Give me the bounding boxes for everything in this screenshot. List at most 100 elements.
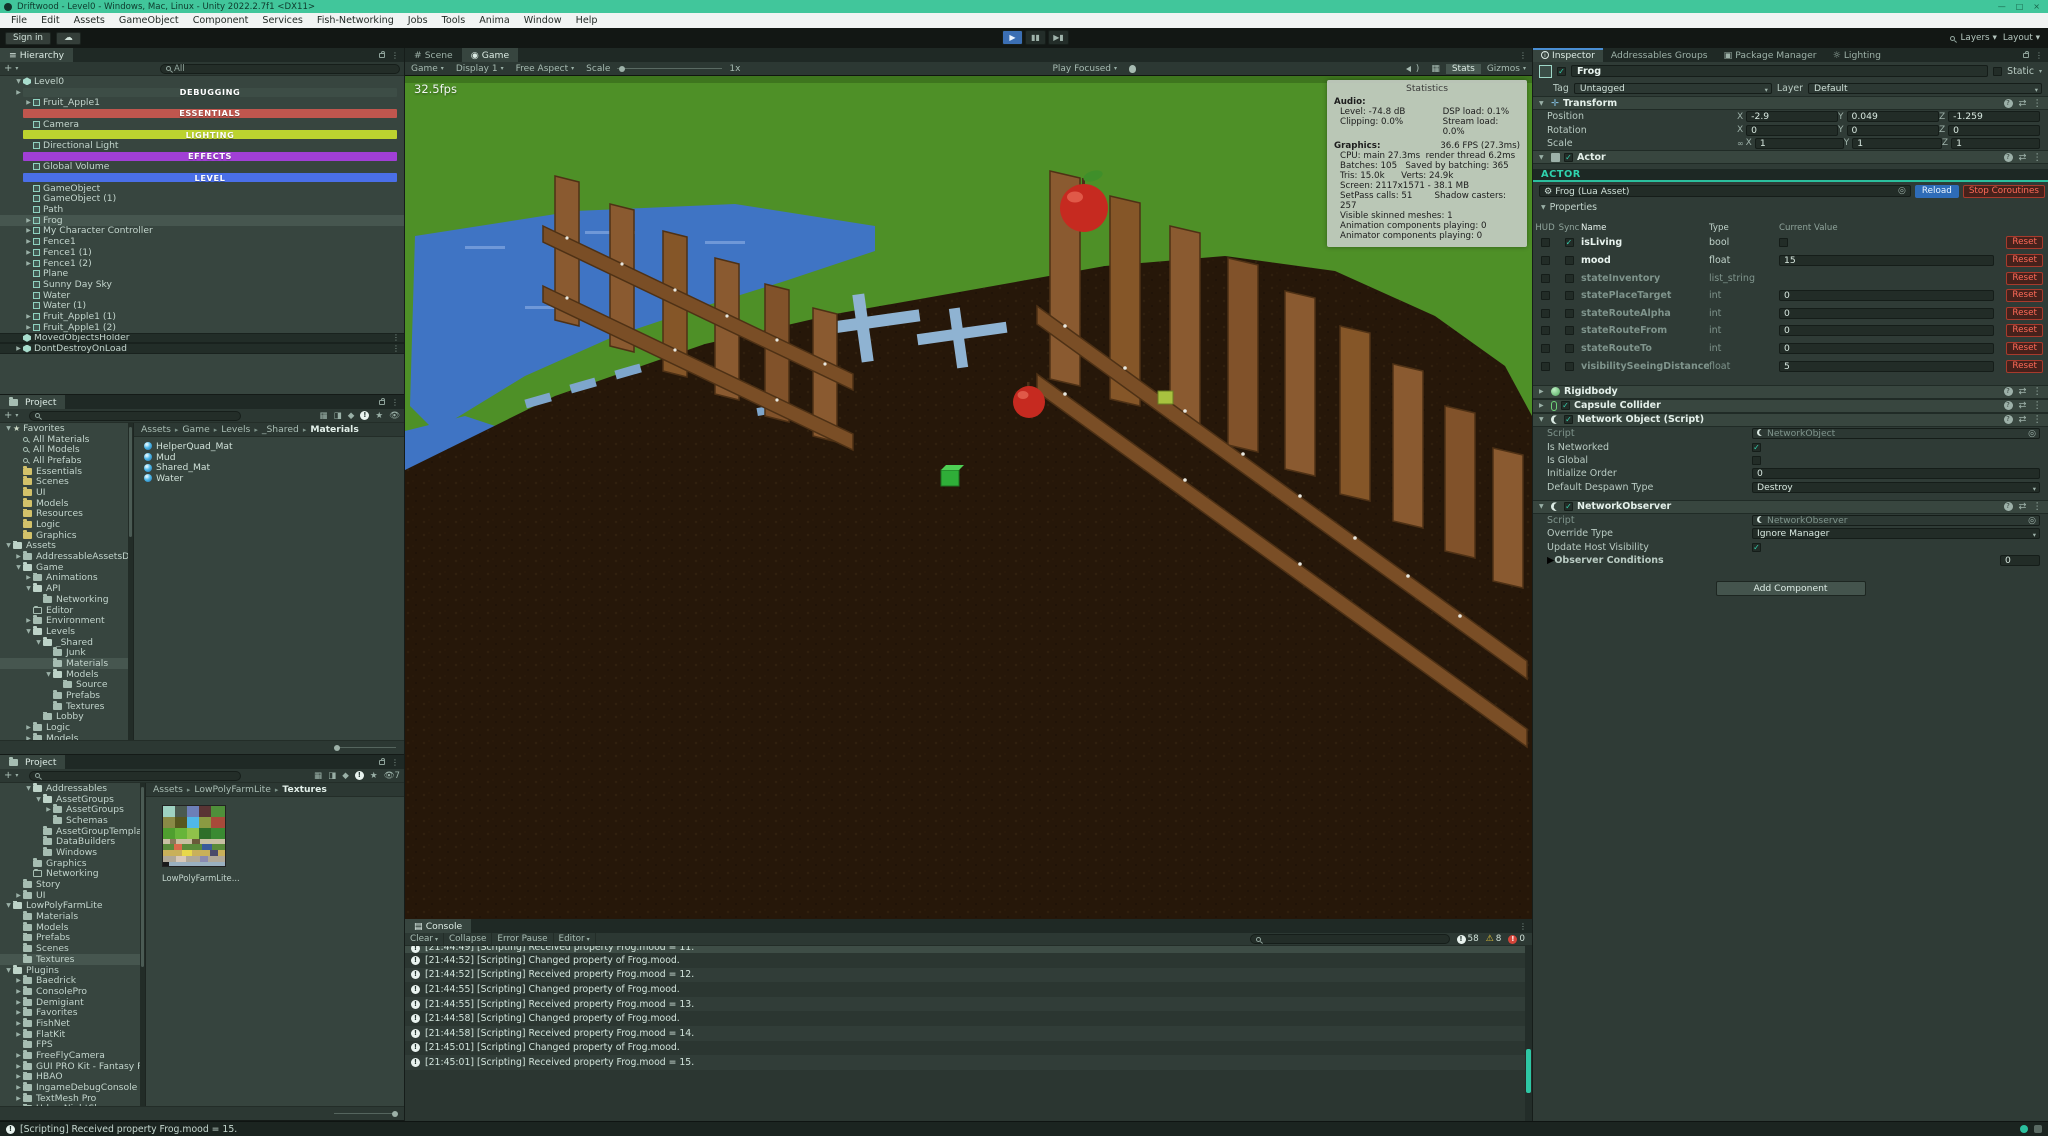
expand-arrow-icon[interactable]: ▶ (14, 89, 23, 96)
label-icon[interactable]: ◆ (342, 771, 349, 781)
tree-item-fps[interactable]: FPS (0, 1040, 140, 1051)
maximize-button[interactable]: □ (2016, 2, 2024, 11)
alert-icon[interactable]: ! (355, 771, 364, 780)
asset-store-icon[interactable]: ◨ (328, 771, 336, 781)
static-checkbox[interactable] (1993, 67, 2002, 76)
expand-arrow-icon[interactable]: ▼ (24, 628, 33, 635)
hierarchy-item-level0[interactable]: ▼Level0 (0, 76, 404, 87)
static-dropdown-icon[interactable]: ▾ (2039, 68, 2042, 75)
presets-icon[interactable]: ⇄ (2019, 98, 2027, 109)
project2-scrollbar[interactable] (140, 783, 145, 1106)
reset-button[interactable]: Reset (2006, 272, 2043, 285)
hierarchy-item-fence1-1-[interactable]: ▶Fence1 (1) (0, 247, 404, 258)
tree-item-freeflycamera[interactable]: ▶FreeFlyCamera (0, 1050, 140, 1061)
favorites-icon[interactable]: ★ (370, 771, 378, 781)
log-row[interactable]: ![21:44:49] [Scripting] Received propert… (405, 946, 1532, 953)
stats-button[interactable]: Stats (1446, 64, 1481, 74)
asset-store-icon[interactable]: ◨ (334, 411, 342, 421)
material-file-item[interactable]: HelperQuad_Mat (134, 441, 404, 452)
tab-project-1[interactable]: Project (0, 395, 65, 409)
hierarchy-item-movedobjectsholder[interactable]: MovedObjectsHolder⋮ (0, 333, 404, 344)
tab-package-manager[interactable]: ▣Package Manager (1716, 48, 1825, 62)
x-input[interactable]: -2.9 (1746, 111, 1838, 122)
tree-item-databuilders[interactable]: DataBuilders (0, 836, 140, 847)
value-checkbox[interactable] (1779, 238, 1788, 247)
status-icon-network[interactable] (2020, 1125, 2028, 1133)
hierarchy-divider-debugging[interactable]: ▶DEBUGGING (0, 87, 404, 98)
tab-hierarchy[interactable]: ≡ Hierarchy (0, 48, 73, 62)
value-input[interactable]: 15 (1779, 255, 1994, 266)
create-button[interactable]: + (4, 410, 12, 421)
hierarchy-item-gameobject-1-[interactable]: GameObject (1) (0, 194, 404, 205)
clear-button[interactable]: Clear ▾ (405, 933, 444, 945)
tree-item-models[interactable]: Models (0, 922, 140, 933)
expand-arrow-icon[interactable]: ▶ (24, 249, 33, 256)
expand-arrow-icon[interactable]: ▶ (14, 1020, 23, 1027)
tree-item-addressables[interactable]: ▼Addressables (0, 783, 140, 794)
sync-checkbox[interactable] (1565, 274, 1574, 283)
expand-arrow-icon[interactable]: ▼ (4, 425, 13, 432)
expand-arrow-icon[interactable]: ▶ (24, 99, 33, 106)
reset-button[interactable]: Reset (2006, 360, 2043, 373)
hierarchy-item-water-1-[interactable]: Water (1) (0, 300, 404, 311)
log-row[interactable]: ![21:44:52] [Scripting] Changed property… (405, 953, 1532, 968)
network-object-enabled-checkbox[interactable]: ✓ (1564, 415, 1573, 424)
tree-item-assetgroups[interactable]: ▼AssetGroups (0, 794, 140, 805)
help-icon[interactable]: ? (2004, 387, 2013, 396)
lock-icon[interactable] (379, 760, 385, 765)
project1-scrollbar[interactable] (128, 423, 133, 740)
tree-item-prefabs[interactable]: Prefabs (0, 690, 128, 701)
lua-asset-field[interactable]: ⚙ Frog (Lua Asset) ◎ (1539, 185, 1911, 197)
alert-icon[interactable]: ! (360, 411, 369, 420)
sign-in-button[interactable]: Sign in (5, 32, 51, 45)
stop-coroutines-button[interactable]: Stop Coroutines (1963, 185, 2045, 198)
x-input[interactable]: 1 (1755, 138, 1844, 149)
hierarchy-divider-lighting[interactable]: LIGHTING (0, 129, 404, 140)
menu-fish-networking[interactable]: Fish-Networking (310, 15, 401, 26)
expand-arrow-icon[interactable]: ▶ (24, 217, 33, 224)
add-component-button[interactable]: Add Component (1716, 581, 1866, 596)
menu-help[interactable]: Help (569, 15, 605, 26)
breadcrumb-item[interactable]: Materials (310, 424, 358, 435)
tag-dropdown[interactable]: Untagged (1574, 83, 1772, 94)
help-icon[interactable]: ? (2004, 415, 2013, 424)
eye-icon[interactable]: 👁 (389, 411, 400, 421)
breadcrumb-item[interactable]: Game (182, 424, 209, 435)
hierarchy-item-my-character-controller[interactable]: ▶My Character Controller (0, 226, 404, 237)
step-button[interactable]: ▶▮ (1048, 30, 1069, 45)
field-dropdown[interactable]: Ignore Manager (1752, 528, 2040, 539)
cloud-button[interactable]: ☁ (56, 32, 81, 45)
hud-checkbox[interactable] (1541, 326, 1550, 335)
tree-item-scenes[interactable]: Scenes (0, 943, 140, 954)
tree-item-addressableassetsdata[interactable]: ▶AddressableAssetsData (0, 551, 128, 562)
hud-checkbox[interactable] (1541, 256, 1550, 265)
expand-arrow-icon[interactable]: ▼ (24, 585, 33, 592)
expand-arrow-icon[interactable]: ▼ (34, 796, 43, 803)
hierarchy-item-fence1[interactable]: ▶Fence1 (0, 236, 404, 247)
lock-icon[interactable] (2023, 53, 2029, 58)
tree-item-lobby[interactable]: Lobby (0, 712, 128, 723)
kebab-icon[interactable]: ⋮ (2033, 414, 2043, 425)
menu-gameobject[interactable]: GameObject (112, 15, 186, 26)
label-icon[interactable]: ◆ (348, 411, 355, 421)
mute-audio-button[interactable]: ) (1400, 64, 1426, 74)
y-input[interactable]: 0 (1847, 125, 1940, 136)
eye-slash-icon[interactable]: 👁7 (384, 771, 400, 781)
capsule-enabled-checkbox[interactable]: ✓ (1561, 401, 1570, 410)
actor-header[interactable]: ▼ ✓ Actor ?⇄⋮ (1533, 150, 2048, 164)
hidden-packages-icon[interactable]: ▦ (314, 771, 322, 781)
value-input[interactable]: 0 (1779, 308, 1994, 319)
kebab-icon[interactable]: ⋮ (391, 51, 399, 60)
favorites-icon[interactable]: ★ (375, 411, 383, 421)
kebab-icon[interactable]: ⋮ (1519, 51, 1527, 60)
field-dropdown[interactable]: Destroy (1752, 482, 2040, 493)
help-icon[interactable]: ? (2004, 401, 2013, 410)
aspect-dropdown[interactable]: Free Aspect ▾ (510, 62, 581, 75)
tree-item-lowpolyfarmlite[interactable]: ▼LowPolyFarmLite (0, 901, 140, 912)
help-icon[interactable]: ? (2004, 153, 2013, 162)
tree-item--shared[interactable]: ▼_Shared (0, 637, 128, 648)
menu-window[interactable]: Window (517, 15, 569, 26)
hierarchy-divider-level[interactable]: LEVEL (0, 172, 404, 183)
scale-slider[interactable]: Scale 1x (580, 62, 746, 75)
sync-checkbox[interactable] (1565, 362, 1574, 371)
